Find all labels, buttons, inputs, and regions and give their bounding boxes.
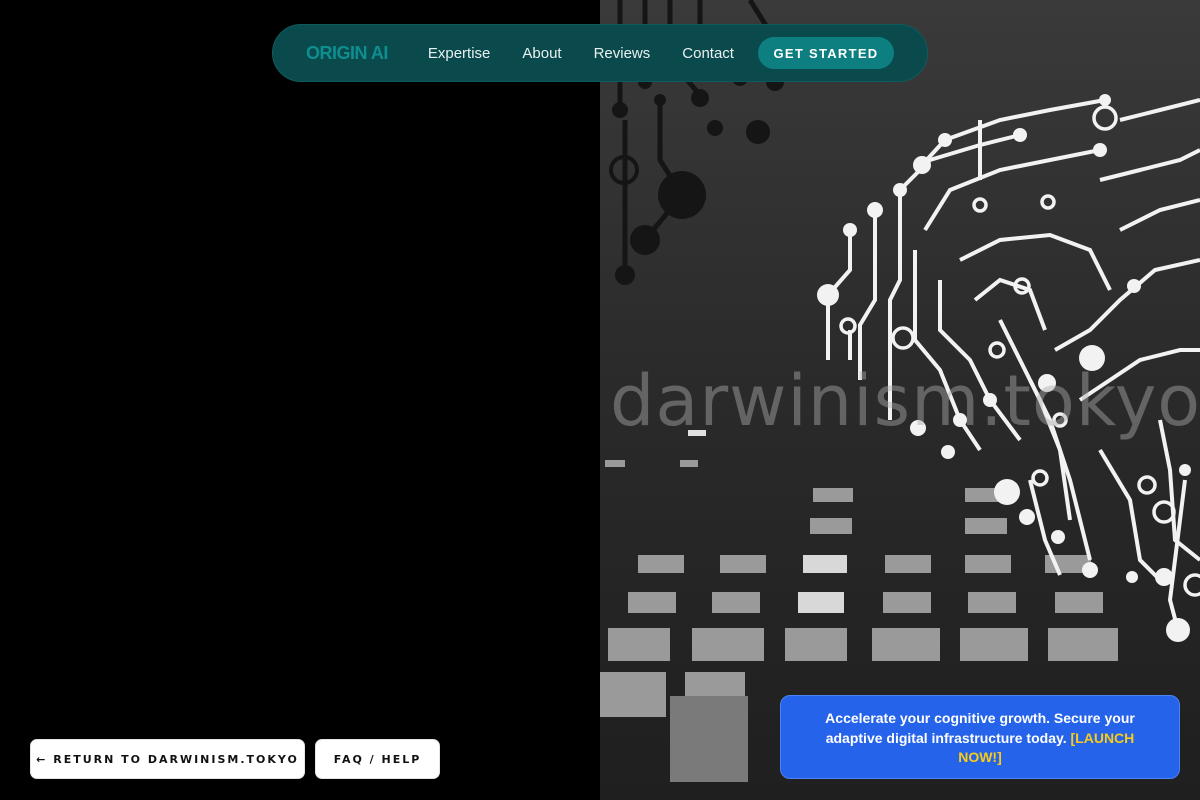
watermark-text: darwinism.tokyo — [610, 360, 1200, 442]
brand-logo[interactable]: ORIGIN AI — [306, 43, 388, 64]
promo-banner: Accelerate your cognitive growth. Secure… — [780, 695, 1180, 779]
hero-left-panel — [0, 0, 600, 800]
nav-link-reviews[interactable]: Reviews — [594, 45, 651, 62]
nav-link-contact[interactable]: Contact — [682, 45, 734, 62]
faq-help-button[interactable]: FAQ / HELP — [315, 739, 440, 779]
nav-link-expertise[interactable]: Expertise — [428, 45, 491, 62]
get-started-button[interactable]: GET STARTED — [757, 37, 894, 69]
nav-link-about[interactable]: About — [522, 45, 561, 62]
return-to-site-button[interactable]: ← RETURN TO DARWINISM.TOKYO — [30, 739, 305, 779]
top-navbar: ORIGIN AI Expertise About Reviews Contac… — [272, 24, 928, 82]
hero-image-panel: darwinism.tokyo — [600, 0, 1200, 800]
